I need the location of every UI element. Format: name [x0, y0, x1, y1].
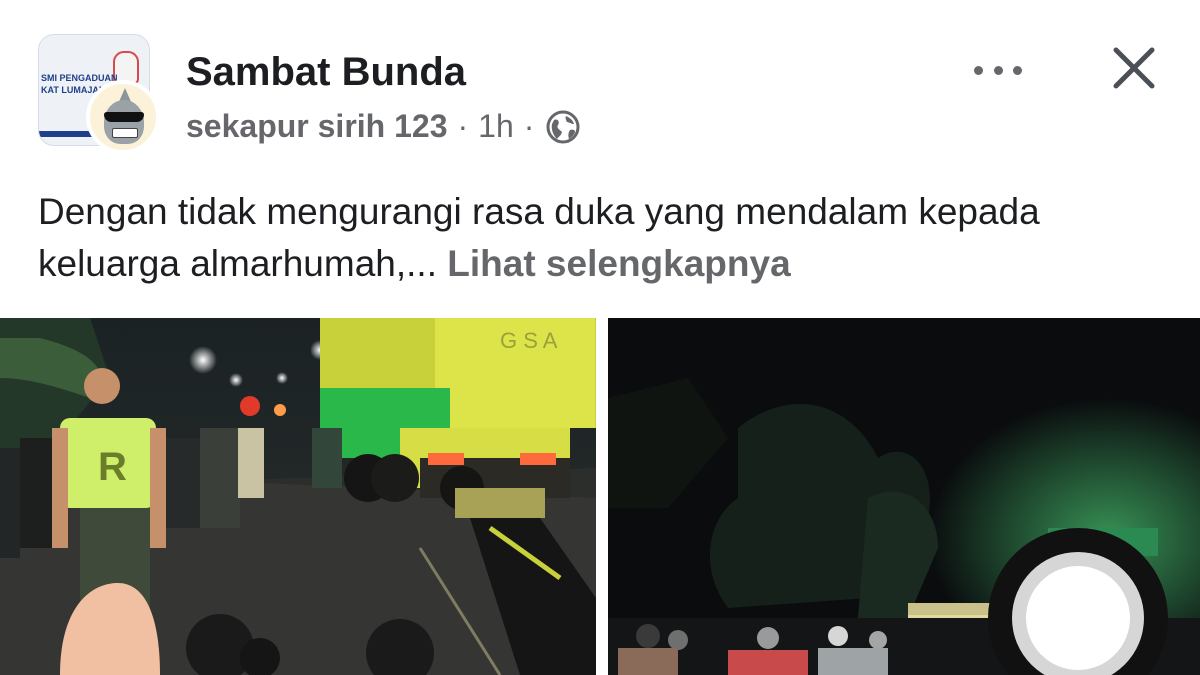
close-icon	[1113, 47, 1155, 89]
truck-lettering: G S A	[500, 328, 558, 353]
author-name-link[interactable]: sekapur sirih 123	[186, 108, 447, 145]
more-options-icon	[1013, 65, 1022, 75]
globe-icon	[546, 110, 580, 144]
sunglasses-shape	[104, 112, 144, 122]
close-button[interactable]	[1108, 42, 1160, 94]
post-body-text: Dengan tidak mengurangi rasa duka yang m…	[38, 186, 1168, 290]
post-time[interactable]: 1h	[478, 108, 514, 145]
post-header: SMI PENGADUAN KAT LUMAJANG Sambat Bunda …	[0, 0, 1200, 170]
more-options-icon	[974, 65, 983, 75]
meta-separator: ·	[523, 108, 535, 144]
shirt-letter: R	[98, 445, 127, 489]
more-options-button[interactable]	[968, 50, 1028, 90]
author-avatar[interactable]	[86, 80, 160, 154]
more-options-icon	[993, 65, 1003, 75]
post-meta: sekapur sirih 123 · 1h ·	[186, 108, 580, 145]
see-more-link[interactable]: Lihat selengkapnya	[447, 243, 790, 284]
meta-separator: ·	[457, 108, 469, 144]
shark-teeth-shape	[112, 128, 138, 138]
group-name-link[interactable]: Sambat Bunda	[186, 50, 466, 95]
group-avatar-text-1: SMI PENGADUAN	[41, 73, 118, 83]
accident-scene-photo-right[interactable]	[608, 318, 1200, 675]
accident-scene-photo-left[interactable]: G S A R	[0, 318, 596, 675]
